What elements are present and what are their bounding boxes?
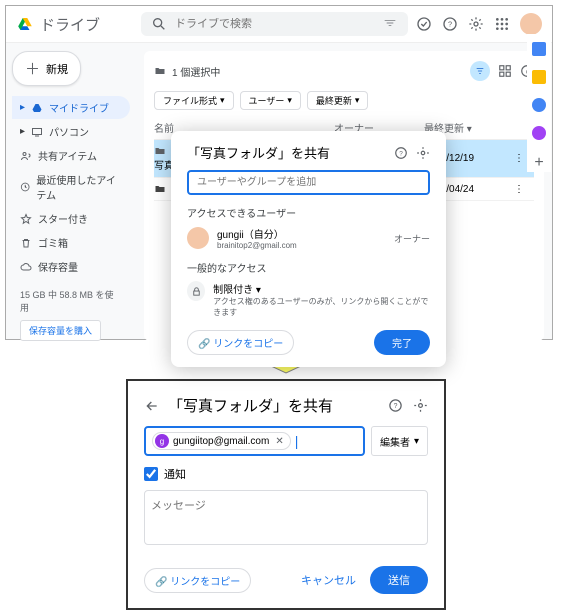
logo-area: ドライブ [16, 14, 141, 35]
search-icon [151, 16, 167, 32]
folder-icon [154, 65, 166, 77]
notify-checkbox[interactable] [144, 467, 158, 481]
filter-chips: ファイル形式▾ ユーザー▾ 最終更新▾ [154, 91, 534, 110]
svg-text:?: ? [394, 403, 398, 410]
dialog-title: 「写真フォルダ」を共有 [168, 395, 333, 416]
help-icon[interactable]: ? [442, 16, 458, 32]
remove-chip-icon[interactable]: ✕ [275, 436, 283, 447]
app-title: ドライブ [40, 14, 100, 35]
selection-toolbar: 1 個選択中 [154, 57, 534, 85]
nav-recent[interactable]: 最近使用したアイテム [12, 168, 130, 206]
drive-logo-icon [16, 15, 34, 33]
drive-icon [31, 102, 43, 114]
back-arrow-icon[interactable] [144, 398, 160, 414]
ready-offline-icon[interactable] [416, 16, 432, 32]
chip-user[interactable]: ユーザー▾ [240, 91, 301, 110]
sidebar: ＋新規 ▸マイドライブ ▸パソコン 共有アイテム 最近使用したアイテム スター付… [6, 43, 136, 349]
selection-count: 1 個選択中 [172, 64, 220, 79]
gear-icon[interactable] [416, 146, 430, 160]
search-input[interactable] [175, 18, 374, 30]
new-button[interactable]: ＋新規 [12, 51, 81, 86]
storage-usage-text: 15 GB 中 58.8 MB を使用 [12, 288, 130, 314]
cloud-icon [20, 261, 32, 273]
folder-icon [154, 145, 166, 157]
access-description: アクセス権のあるユーザーのみが、リンクから開くことができます [213, 296, 430, 318]
chip-file-type[interactable]: ファイル形式▾ [154, 91, 234, 110]
gear-icon[interactable] [468, 16, 484, 32]
filter-toggle[interactable] [470, 61, 490, 81]
send-button[interactable]: 送信 [370, 566, 428, 594]
filter-icon[interactable] [382, 16, 398, 32]
user-email: brainitop2@gmail.com [217, 241, 386, 250]
chip-last-modified[interactable]: 最終更新▾ [307, 91, 369, 110]
copy-link-button[interactable]: 🔗 リンクをコピー [187, 330, 294, 355]
add-people-input[interactable] [187, 170, 430, 195]
message-input[interactable] [144, 490, 428, 545]
access-users-label: アクセスできるユーザー [187, 205, 430, 220]
folder-icon [154, 183, 166, 195]
apps-grid-icon[interactable] [494, 16, 510, 32]
people-icon [20, 150, 32, 162]
nav-my-drive[interactable]: ▸マイドライブ [12, 96, 130, 119]
nav-starred[interactable]: スター付き [12, 207, 130, 230]
recipient-chip[interactable]: g gungiitop@gmail.com ✕ [152, 432, 291, 450]
share-dialog-step2: 「写真フォルダ」を共有 ? g gungiitop@gmail.com ✕ | … [126, 379, 446, 610]
calendar-icon[interactable] [532, 42, 546, 56]
recipient-email: gungiitop@gmail.com [173, 436, 269, 447]
contacts-icon[interactable] [532, 126, 546, 140]
header: ドライブ ? [6, 6, 552, 43]
recipient-input[interactable]: g gungiitop@gmail.com ✕ | [144, 426, 365, 456]
drive-app-window: ドライブ ? ＋新規 ▸マイドライブ ▸パソコン 共有アイテム 最近使用したアイ… [5, 5, 553, 340]
general-access-row: 制限付き ▾ アクセス権のあるユーザーのみが、リンクから開くことができます [187, 281, 430, 318]
help-icon[interactable]: ? [394, 146, 408, 160]
header-icons: ? [416, 13, 542, 35]
general-access-label: 一般的なアクセス [187, 260, 430, 275]
account-avatar[interactable] [520, 13, 542, 35]
tasks-icon[interactable] [532, 98, 546, 112]
recipient-avatar-icon: g [155, 434, 169, 448]
help-icon[interactable]: ? [388, 398, 403, 413]
text-cursor: | [295, 433, 299, 449]
grid-view-icon[interactable] [498, 64, 512, 78]
cancel-button[interactable]: キャンセル [301, 572, 356, 588]
share-dialog: 「写真フォルダ」を共有 ? アクセスできるユーザー gungii（自分） bra… [171, 131, 446, 367]
user-row: gungii（自分） brainitop2@gmail.com オーナー [187, 226, 430, 250]
add-panel-icon[interactable]: + [534, 154, 543, 172]
user-name: gungii（自分） [217, 226, 386, 241]
copy-link-button[interactable]: 🔗 リンクをコピー [144, 568, 251, 593]
notify-label: 通知 [164, 466, 186, 482]
nav-trash[interactable]: ゴミ箱 [12, 231, 130, 254]
role-selector[interactable]: 編集者▾ [371, 426, 428, 456]
gear-icon[interactable] [413, 398, 428, 413]
clock-icon [20, 181, 30, 193]
dialog-title: 「写真フォルダ」を共有 [187, 143, 330, 162]
nav-computers[interactable]: ▸パソコン [12, 120, 130, 143]
notify-checkbox-row[interactable]: 通知 [144, 466, 428, 482]
svg-text:?: ? [399, 150, 403, 157]
buy-storage-button[interactable]: 保存容量を購入 [20, 320, 101, 341]
side-panel: + [527, 34, 551, 172]
keep-icon[interactable] [532, 70, 546, 84]
nav-shared[interactable]: 共有アイテム [12, 144, 130, 167]
trash-icon [20, 237, 32, 249]
access-mode[interactable]: 制限付き ▾ [213, 281, 430, 296]
search-bar[interactable] [141, 12, 408, 36]
svg-text:?: ? [448, 20, 452, 29]
done-button[interactable]: 完了 [374, 330, 430, 355]
user-role: オーナー [394, 232, 430, 245]
row-menu[interactable]: ⋮ [514, 184, 534, 195]
star-icon [20, 213, 32, 225]
computer-icon [31, 126, 43, 138]
user-avatar [187, 227, 209, 249]
nav-storage[interactable]: 保存容量 [12, 255, 130, 278]
lock-icon [187, 281, 205, 301]
